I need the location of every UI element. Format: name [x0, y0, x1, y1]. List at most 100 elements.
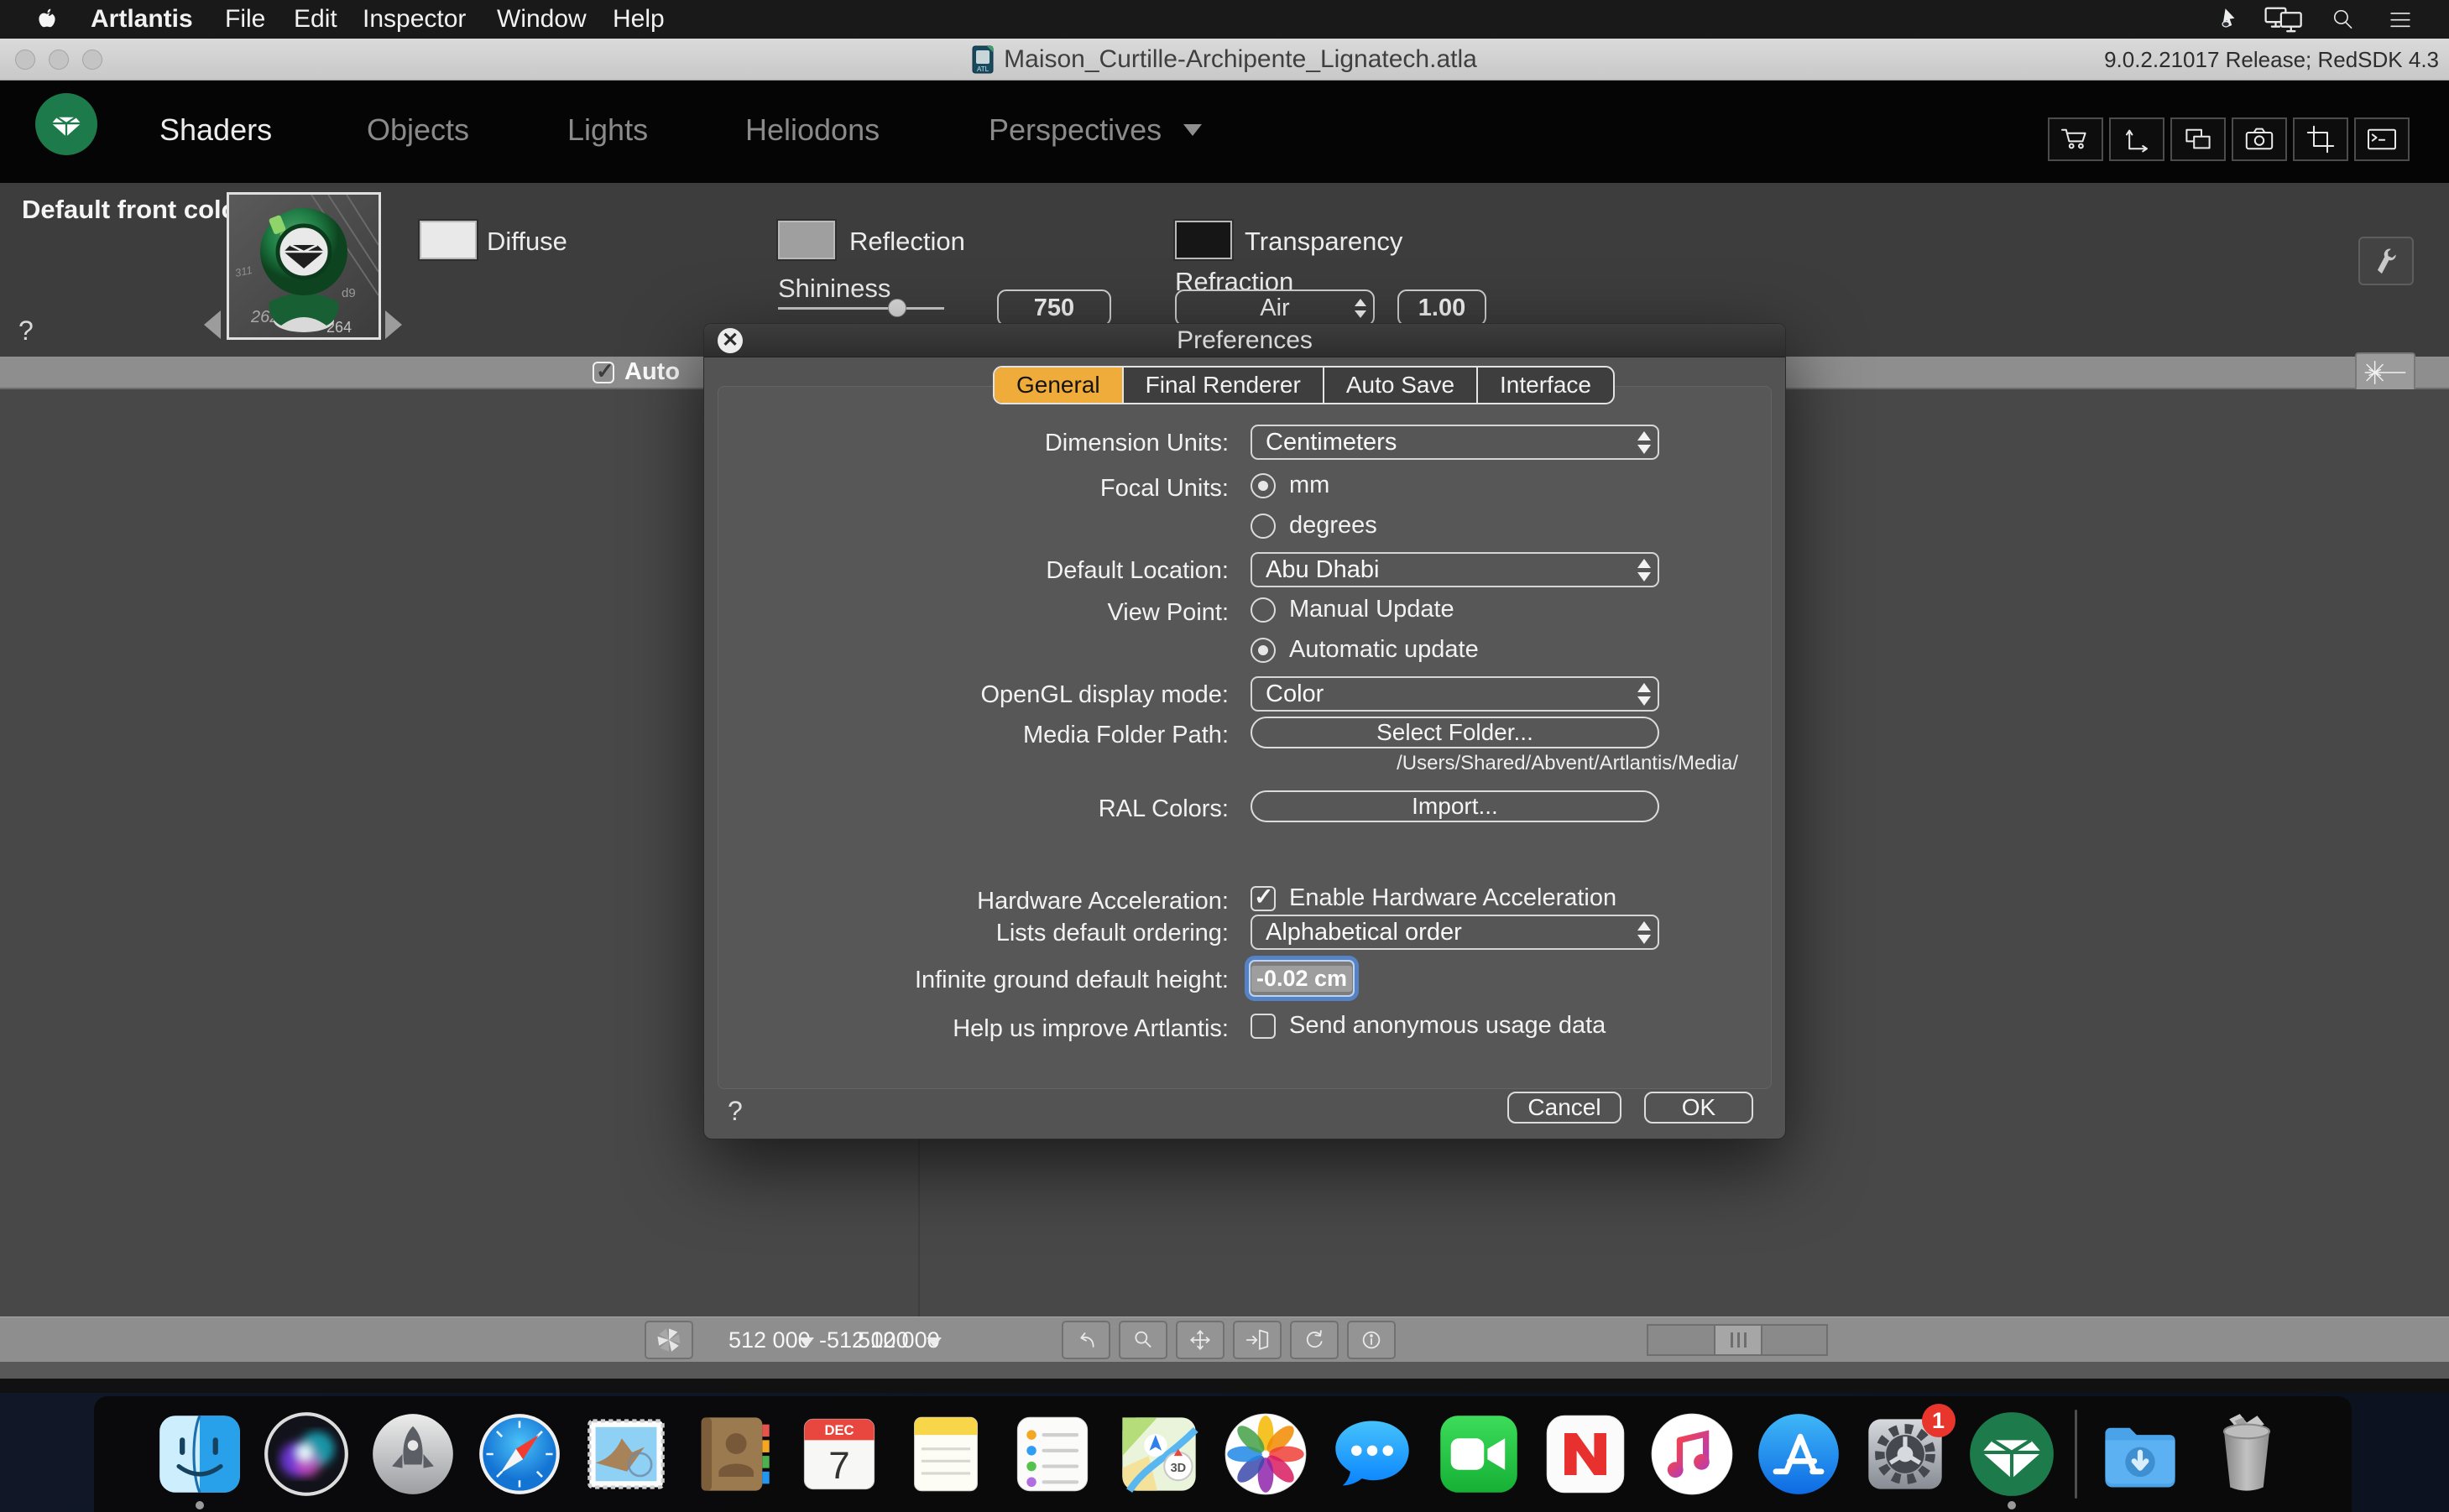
preview-render-button[interactable] [2355, 352, 2415, 393]
shininess-slider-knob[interactable] [888, 299, 906, 317]
dock-item-contacts[interactable] [689, 1410, 776, 1498]
focal-mm-option[interactable]: mm [1251, 472, 1329, 499]
crop-view-button[interactable] [2293, 117, 2348, 161]
menu-app-name[interactable]: Artlantis [91, 0, 193, 39]
radio-manual-icon[interactable] [1251, 597, 1276, 623]
dock-item-artlantis[interactable] [1968, 1410, 2055, 1498]
tab-general[interactable]: General [995, 368, 1122, 403]
previous-shader-arrow[interactable] [204, 310, 221, 339]
dock-item-app-store[interactable] [1755, 1410, 1842, 1498]
ok-button[interactable]: OK [1644, 1092, 1753, 1124]
info-button[interactable] [1347, 1321, 1396, 1359]
stepper-icon[interactable] [1637, 678, 1651, 710]
send-usage-data-option[interactable]: Send anonymous usage data [1251, 1012, 1606, 1040]
pan-tool-button[interactable] [1176, 1321, 1224, 1359]
stepper-icon[interactable] [1637, 554, 1651, 586]
shininess-value-field[interactable]: 750 [997, 289, 1111, 326]
menu-window[interactable]: Window [497, 0, 587, 39]
console-button[interactable] [2354, 117, 2410, 161]
tab-final-renderer[interactable]: Final Renderer [1122, 368, 1323, 403]
dock-item-safari[interactable] [476, 1410, 563, 1498]
auto-checkbox[interactable] [593, 362, 614, 383]
refraction-index-field[interactable]: 1.00 [1397, 289, 1486, 326]
dimension-units-dropdown[interactable]: Centimeters [1251, 425, 1659, 460]
dock-item-finder[interactable] [156, 1410, 243, 1498]
dock-item-maps[interactable]: 3D [1115, 1410, 1203, 1498]
refraction-medium-dropdown[interactable]: Air [1175, 289, 1375, 326]
dock-item-siri[interactable] [263, 1410, 350, 1498]
dialog-title-bar[interactable]: Preferences ✕ [704, 324, 1785, 357]
search-icon[interactable] [2330, 6, 2357, 33]
displays-icon[interactable] [2263, 6, 2306, 33]
reflection-color-swatch[interactable] [778, 221, 835, 259]
shader-tools-button[interactable] [2358, 237, 2414, 285]
dock-item-downloads[interactable] [2097, 1410, 2184, 1498]
close-icon[interactable]: ✕ [718, 328, 743, 353]
default-location-dropdown[interactable]: Abu Dhabi [1251, 552, 1659, 587]
lists-ordering-dropdown[interactable]: Alphabetical order [1251, 915, 1659, 950]
shader-preview-image[interactable]: 311 262 264 d9 [227, 192, 381, 340]
diffuse-color-swatch[interactable] [420, 221, 477, 259]
coordinates-button[interactable] [2109, 117, 2164, 161]
menu-list-icon[interactable] [2387, 6, 2414, 33]
coordinate-dropdown-icon[interactable] [799, 1337, 814, 1348]
dock-item-itunes[interactable] [1648, 1410, 1736, 1498]
dock-item-reminders[interactable] [1009, 1410, 1096, 1498]
stepper-icon[interactable] [1637, 426, 1651, 458]
shader-help-button[interactable]: ? [18, 315, 34, 347]
horizontal-scrollbar[interactable] [1647, 1324, 1828, 1356]
dock-item-launchpad[interactable] [369, 1410, 457, 1498]
dialog-help-button[interactable]: ? [728, 1096, 743, 1127]
dock-item-mail[interactable] [582, 1410, 670, 1498]
transparency-color-swatch[interactable] [1175, 221, 1232, 259]
dock-item-system-preferences[interactable]: 1 [1862, 1410, 1949, 1498]
tab-heliodons[interactable]: Heliodons [745, 112, 880, 148]
refresh-view-button[interactable] [1290, 1321, 1339, 1359]
focal-degrees-option[interactable]: degrees [1251, 512, 1377, 540]
store-cart-button[interactable] [2048, 117, 2103, 161]
dock-item-news[interactable] [1542, 1410, 1629, 1498]
tab-auto-save[interactable]: Auto Save [1323, 368, 1476, 403]
opengl-mode-dropdown[interactable]: Color [1251, 676, 1659, 712]
import-ral-button[interactable]: Import... [1251, 790, 1659, 822]
dock-item-notes[interactable] [902, 1410, 990, 1498]
tab-objects[interactable]: Objects [367, 112, 469, 148]
tab-perspectives[interactable]: Perspectives [989, 112, 1202, 148]
radio-degrees-icon[interactable] [1251, 514, 1276, 539]
dock-item-facetime[interactable] [1435, 1410, 1522, 1498]
radio-automatic-icon[interactable] [1251, 638, 1276, 663]
dock-item-photos[interactable] [1222, 1410, 1309, 1498]
hardware-acceleration-option[interactable]: Enable Hardware Acceleration [1251, 884, 1616, 912]
menu-help[interactable]: Help [613, 0, 665, 39]
menu-inspector[interactable]: Inspector [363, 0, 466, 39]
cancel-button[interactable]: Cancel [1507, 1092, 1621, 1124]
render-aperture-button[interactable] [645, 1321, 693, 1359]
scrollbar-grip[interactable] [1714, 1324, 1762, 1356]
apple-menu-icon[interactable] [34, 6, 60, 33]
dock-item-messages[interactable] [1329, 1410, 1416, 1498]
coordinate-dropdown-icon[interactable] [927, 1337, 942, 1348]
ground-height-field[interactable]: -0.02 cm [1249, 960, 1355, 997]
view-manual-option[interactable]: Manual Update [1251, 596, 1454, 623]
tab-interface[interactable]: Interface [1476, 368, 1613, 403]
checkbox-usage-data-icon[interactable] [1251, 1014, 1276, 1039]
stepper-icon[interactable] [1355, 291, 1366, 325]
undo-button[interactable] [1062, 1321, 1110, 1359]
stepper-icon[interactable] [1637, 916, 1651, 948]
radio-mm-icon[interactable] [1251, 473, 1276, 498]
menu-file[interactable]: File [225, 0, 265, 39]
zoom-tool-button[interactable] [1119, 1321, 1167, 1359]
tab-shaders[interactable]: Shaders [159, 112, 272, 148]
shininess-slider[interactable] [778, 307, 944, 310]
tab-lights[interactable]: Lights [567, 112, 648, 148]
dock-item-trash[interactable] [2203, 1410, 2290, 1498]
select-folder-button[interactable]: Select Folder... [1251, 717, 1659, 748]
render-snapshot-button[interactable] [2232, 117, 2287, 161]
menu-edit[interactable]: Edit [294, 0, 337, 39]
checkbox-hardware-icon[interactable] [1251, 886, 1276, 911]
walkthrough-button[interactable] [1233, 1321, 1282, 1359]
pointer-tracker-icon[interactable] [2216, 6, 2246, 33]
dock-item-calendar[interactable]: DEC7 [796, 1410, 883, 1498]
next-shader-arrow[interactable] [385, 310, 402, 339]
view-automatic-option[interactable]: Automatic update [1251, 636, 1479, 664]
